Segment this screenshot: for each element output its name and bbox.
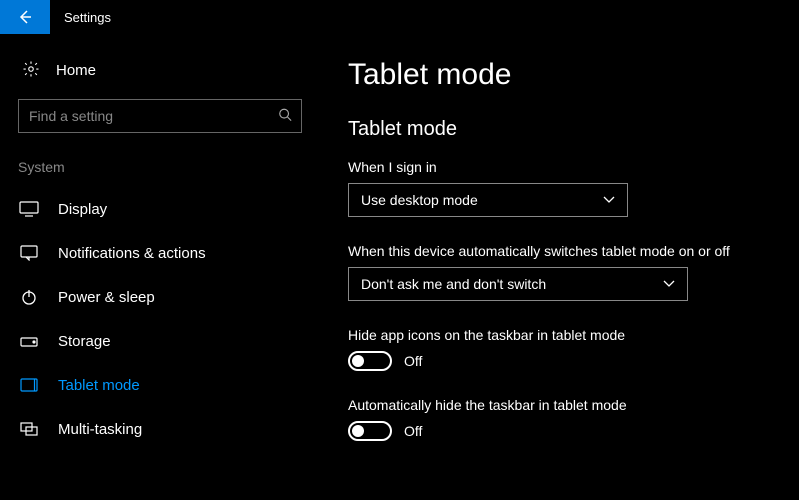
back-button[interactable] [0, 0, 50, 34]
tablet-icon [18, 378, 40, 392]
auto-hide-taskbar-state: Off [404, 423, 422, 439]
page-title: Tablet mode [348, 58, 771, 92]
sidebar-item-label: Tablet mode [58, 377, 140, 394]
sidebar-item-tablet-mode[interactable]: Tablet mode [18, 363, 302, 407]
home-label: Home [56, 62, 96, 79]
sign-in-label: When I sign in [348, 159, 771, 175]
select-value: Use desktop mode [361, 192, 478, 208]
sidebar-item-label: Storage [58, 333, 111, 350]
auto-switch-select[interactable]: Don't ask me and don't switch [348, 267, 688, 301]
main-content: Tablet mode Tablet mode When I sign in U… [320, 34, 799, 500]
titlebar: Settings [0, 0, 799, 34]
sidebar-item-multitasking[interactable]: Multi-tasking [18, 407, 302, 451]
sidebar-item-storage[interactable]: Storage [18, 319, 302, 363]
search-wrap [18, 99, 302, 133]
chevron-down-icon [663, 280, 675, 288]
sidebar-item-notifications[interactable]: Notifications & actions [18, 231, 302, 275]
hide-icons-label: Hide app icons on the taskbar in tablet … [348, 327, 771, 343]
select-value: Don't ask me and don't switch [361, 276, 546, 292]
auto-switch-label: When this device automatically switches … [348, 243, 771, 259]
toggle-knob [352, 425, 364, 437]
storage-icon [18, 334, 40, 348]
multitask-icon [18, 422, 40, 436]
toggle-knob [352, 355, 364, 367]
home-button[interactable]: Home [18, 54, 302, 99]
sidebar-item-label: Display [58, 201, 107, 218]
gear-icon [22, 60, 40, 81]
chevron-down-icon [603, 196, 615, 204]
back-arrow-icon [16, 8, 34, 26]
auto-hide-taskbar-toggle[interactable] [348, 421, 392, 441]
sidebar-item-power[interactable]: Power & sleep [18, 275, 302, 319]
sidebar-item-label: Power & sleep [58, 289, 155, 306]
window-title: Settings [50, 10, 111, 25]
auto-hide-taskbar-label: Automatically hide the taskbar in tablet… [348, 397, 771, 413]
hide-icons-toggle[interactable] [348, 351, 392, 371]
hide-icons-state: Off [404, 353, 422, 369]
notifications-icon [18, 245, 40, 261]
power-icon [18, 289, 40, 305]
display-icon [18, 201, 40, 217]
sidebar-item-label: Multi-tasking [58, 421, 142, 438]
sign-in-select[interactable]: Use desktop mode [348, 183, 628, 217]
sidebar-group-label: System [18, 159, 302, 187]
sidebar-item-display[interactable]: Display [18, 187, 302, 231]
search-input[interactable] [18, 99, 302, 133]
sidebar-nav: Display Notifications & actions Power & … [18, 187, 302, 451]
section-title: Tablet mode [348, 118, 771, 141]
sidebar: Home System Display Notifications & acti… [0, 34, 320, 500]
sidebar-item-label: Notifications & actions [58, 245, 206, 262]
